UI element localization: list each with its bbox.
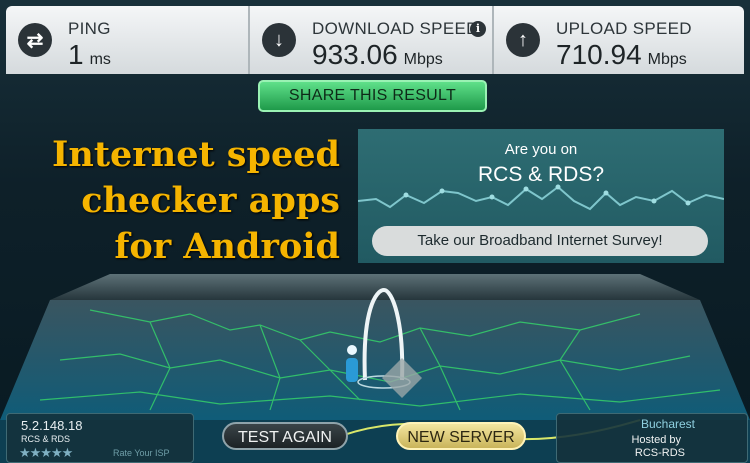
stats-bar: ⇄ PING 1 ms ↓ DOWNLOAD SPEED i 933.06 Mbps…	[6, 6, 744, 74]
isp-name: RCS & RDS	[21, 434, 71, 444]
headline-line-3: for Android	[114, 226, 340, 267]
upload-stat: ↑ UPLOAD SPEED 710.94 Mbps	[494, 6, 744, 74]
headline-line-2: checker apps	[81, 180, 340, 221]
isp-survey-ad[interactable]: Are you on RCS & RDS? Take our Broadband…	[358, 129, 724, 263]
hosted-by-label: Hosted by	[631, 434, 681, 446]
ad-question: Are you on	[504, 141, 578, 158]
upload-value: 710.94 Mbps	[556, 39, 687, 70]
rate-isp-link[interactable]: Rate Your ISP	[113, 448, 170, 458]
upload-arrow-icon: ↑	[506, 23, 540, 57]
isp-info-panel: 5.2.148.18 RCS & RDS ★★★★★ Rate Your ISP	[6, 413, 194, 463]
ping-exchange-icon: ⇄	[18, 23, 52, 57]
upload-label: UPLOAD SPEED	[556, 19, 692, 38]
speedtest-app: ⇄ PING 1 ms ↓ DOWNLOAD SPEED i 933.06 Mbps…	[0, 0, 750, 463]
ping-label: PING	[68, 19, 111, 38]
ping-value: 1 ms	[68, 39, 111, 70]
server-info-panel: Bucharest Hosted by RCS-RDS	[556, 413, 748, 463]
survey-cta-button[interactable]: Take our Broadband Internet Survey!	[372, 226, 708, 256]
server-city: Bucharest	[640, 417, 695, 431]
isp-rating-stars[interactable]: ★★★★★	[19, 445, 73, 461]
ping-stat: ⇄ PING 1 ms	[6, 6, 250, 74]
ad-isp-name: RCS & RDS?	[477, 163, 605, 186]
download-arrow-icon: ↓	[262, 23, 296, 57]
download-label: DOWNLOAD SPEED	[312, 19, 479, 38]
download-stat: ↓ DOWNLOAD SPEED i 933.06 Mbps	[250, 6, 494, 74]
download-value: 933.06 Mbps	[312, 39, 443, 70]
ip-address: 5.2.148.18	[21, 418, 83, 433]
share-result-button[interactable]: SHARE THIS RESULT	[258, 80, 487, 112]
new-server-button[interactable]: NEW SERVER	[396, 422, 526, 450]
info-icon[interactable]: i	[470, 21, 486, 37]
server-host: RCS-RDS	[634, 447, 685, 459]
user-location-pin-icon	[346, 345, 358, 382]
article-headline: Internet speed checker apps for Android	[22, 132, 340, 270]
headline-line-1: Internet speed	[52, 134, 340, 175]
test-again-button[interactable]: TEST AGAIN	[222, 422, 348, 450]
